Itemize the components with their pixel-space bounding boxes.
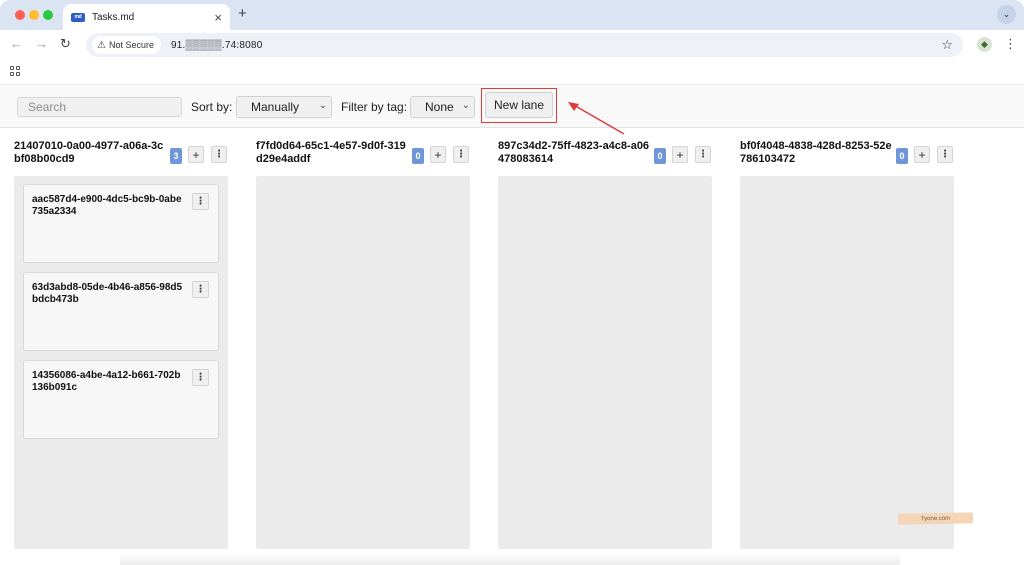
add-card-button[interactable]: + bbox=[914, 146, 930, 163]
new-tab-icon[interactable]: + bbox=[238, 6, 247, 21]
browser-tab[interactable]: md Tasks.md × bbox=[63, 4, 230, 30]
close-tab-icon[interactable]: × bbox=[214, 11, 222, 24]
task-card[interactable]: 63d3abd8-05de-4b46-a856-98d5bdcb473b ⋮ bbox=[23, 272, 219, 351]
tag-filter-value: None bbox=[425, 100, 454, 114]
close-window-button[interactable] bbox=[15, 10, 25, 20]
card-menu-button[interactable]: ⋮ bbox=[192, 369, 209, 386]
lane-menu-button[interactable]: ⋮ bbox=[937, 146, 953, 163]
lane-menu-button[interactable]: ⋮ bbox=[695, 146, 711, 163]
address-bar[interactable]: ⚠ Not Secure 91.▒▒▒▒▒.74:8080 ☆ bbox=[86, 33, 963, 57]
lane-card-count-badge: 3 bbox=[170, 148, 182, 164]
filter-label: Filter by tag: bbox=[341, 100, 408, 114]
lane-menu-button[interactable]: ⋮ bbox=[211, 146, 227, 163]
forward-arrow-icon[interactable]: → bbox=[35, 37, 48, 50]
back-arrow-icon[interactable]: ← bbox=[10, 37, 23, 50]
window-bottom-shadow bbox=[120, 552, 900, 565]
add-card-button[interactable]: + bbox=[430, 146, 446, 163]
lane-card-count-badge: 0 bbox=[654, 148, 666, 164]
lane-title: 21407010-0a00-4977-a06a-3cbf08b00cd9 bbox=[14, 140, 164, 165]
bookmarks-bar bbox=[0, 60, 1024, 84]
browser-titlebar: md Tasks.md × + ⌄ bbox=[0, 0, 1024, 30]
task-card-title: 14356086-a4be-4a12-b661-702b136b091c bbox=[32, 370, 181, 393]
search-input[interactable] bbox=[17, 97, 182, 117]
tab-title: Tasks.md bbox=[92, 11, 135, 23]
lane-title: 897c34d2-75ff-4823-a4c8-a06478083614 bbox=[498, 140, 650, 165]
lane-body bbox=[256, 176, 470, 549]
lane-title: bf0f4048-4838-428d-8253-52e786103472 bbox=[740, 140, 892, 165]
card-menu-button[interactable]: ⋮ bbox=[192, 281, 209, 298]
add-card-button[interactable]: + bbox=[188, 146, 204, 163]
warning-triangle-icon: ⚠ bbox=[97, 39, 106, 51]
minimize-window-button[interactable] bbox=[29, 10, 39, 20]
security-chip[interactable]: ⚠ Not Secure bbox=[92, 36, 161, 54]
chevron-down-icon: ⌄ bbox=[461, 100, 470, 111]
sort-label: Sort by: bbox=[191, 100, 233, 114]
browser-toolbar: ← → ↻ ⚠ Not Secure 91.▒▒▒▒▒.74:8080 ☆ ◆ … bbox=[0, 30, 1024, 60]
lane-body bbox=[740, 176, 954, 549]
task-card-title: aac587d4-e900-4dc5-bc9b-0abe735a2334 bbox=[32, 194, 182, 217]
new-lane-button[interactable]: New lane bbox=[485, 92, 553, 118]
url-text: 91.▒▒▒▒▒.74:8080 bbox=[171, 39, 263, 51]
sort-select[interactable]: Manually ⌄ bbox=[236, 96, 332, 118]
bookmark-star-icon[interactable]: ☆ bbox=[941, 37, 953, 53]
maximize-window-button[interactable] bbox=[43, 10, 53, 20]
watermark: Tyone.com bbox=[897, 512, 974, 525]
browser-menu-icon[interactable]: ⋮ bbox=[1004, 37, 1017, 50]
lane-menu-button[interactable]: ⋮ bbox=[453, 146, 469, 163]
lane-body bbox=[498, 176, 712, 549]
tag-filter-select[interactable]: None ⌄ bbox=[410, 96, 475, 118]
lane-card-count-badge: 0 bbox=[412, 148, 424, 164]
sort-select-value: Manually bbox=[251, 100, 300, 114]
add-card-button[interactable]: + bbox=[672, 146, 688, 163]
lane-body: aac587d4-e900-4dc5-bc9b-0abe735a2334 ⋮ 6… bbox=[14, 176, 228, 549]
security-label: Not Secure bbox=[108, 40, 154, 50]
annotation-arrow-icon bbox=[568, 102, 625, 135]
reload-icon[interactable]: ↻ bbox=[60, 37, 71, 50]
task-card[interactable]: aac587d4-e900-4dc5-bc9b-0abe735a2334 ⋮ bbox=[23, 184, 219, 263]
chevron-down-icon: ⌄ bbox=[318, 100, 327, 111]
card-menu-button[interactable]: ⋮ bbox=[192, 193, 209, 210]
extension-icon[interactable]: ◆ bbox=[977, 37, 992, 52]
task-card-title: 63d3abd8-05de-4b46-a856-98d5bdcb473b bbox=[32, 282, 183, 305]
task-card[interactable]: 14356086-a4be-4a12-b661-702b136b091c ⋮ bbox=[23, 360, 219, 439]
tab-search-chevron-icon[interactable]: ⌄ bbox=[997, 5, 1016, 24]
lane-card-count-badge: 0 bbox=[896, 148, 908, 164]
lane-title: f7fd0d64-65c1-4e57-9d0f-319d29e4addf bbox=[256, 140, 406, 165]
markdown-favicon-icon: md bbox=[71, 12, 85, 22]
apps-grid-icon[interactable] bbox=[10, 66, 20, 76]
